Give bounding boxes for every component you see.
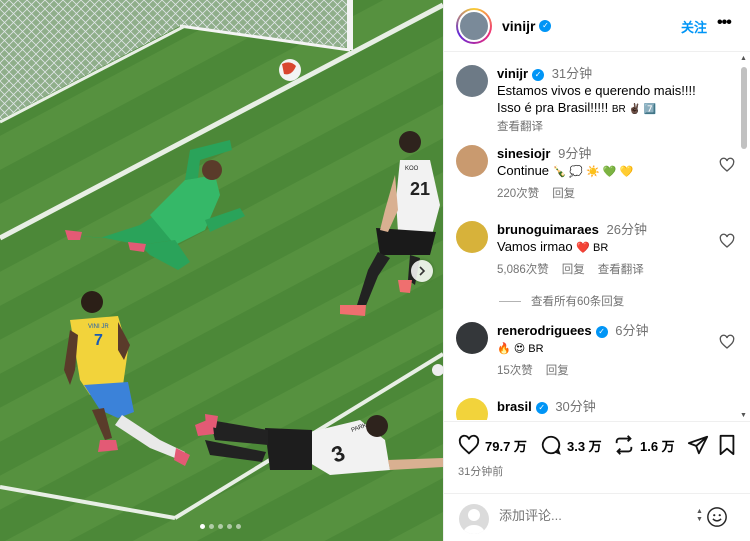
svg-text:KOO: KOO: [405, 166, 419, 172]
see-translation-link[interactable]: 查看翻译: [598, 264, 644, 276]
verified-badge-icon: ✓: [595, 325, 608, 338]
comments-scrollbar[interactable]: ▲ ▼: [739, 55, 749, 421]
comment-username[interactable]: brunoguimaraes: [497, 222, 599, 237]
comment-time: 6分钟: [615, 323, 649, 338]
scroll-down-icon[interactable]: ▼: [740, 412, 747, 419]
avatar[interactable]: [456, 65, 488, 97]
avatar[interactable]: [456, 398, 488, 420]
heart-icon[interactable]: [719, 334, 735, 350]
reply-button[interactable]: 回复: [562, 264, 585, 276]
comment-username[interactable]: renerodriguees: [497, 323, 592, 338]
instagram-post-window: 21 KOO 7 VINI JR 3 PARK vinijr ✓ 关注 ••• …: [0, 0, 750, 541]
emoji-icon[interactable]: [706, 506, 728, 528]
more-options-button[interactable]: •••: [717, 14, 732, 32]
comment-username[interactable]: brasil: [497, 399, 532, 414]
post-photo[interactable]: 21 KOO 7 VINI JR 3 PARK: [0, 0, 443, 541]
comment-emoji: ❤️ BR: [576, 242, 609, 254]
post-header: vinijr ✓ 关注 •••: [444, 0, 750, 52]
comment-time: 30分钟: [555, 399, 596, 414]
caption-text-line2: Isso é pra Brasil!!!!!: [497, 100, 609, 115]
verified-badge-icon: ✓: [532, 68, 545, 81]
football-match-photo: 21 KOO 7 VINI JR 3 PARK: [0, 0, 443, 541]
carousel-dot: [200, 524, 205, 529]
view-all-replies-label: 查看所有60条回复: [531, 296, 625, 308]
post-actions-bar: 79.7 万 3.3 万 1.6 万 31分钟前: [444, 421, 750, 481]
comment-composer: ▲▼: [444, 493, 750, 541]
like-button[interactable]: 79.7 万: [458, 434, 527, 456]
svg-text:7: 7: [94, 332, 103, 349]
heart-icon[interactable]: [719, 157, 735, 173]
comment-emoji: 🍾 💭 ☀️ 💚 💛: [552, 166, 634, 178]
comment-time: 26分钟: [606, 222, 647, 237]
see-translation-link[interactable]: 查看翻译: [497, 121, 543, 133]
save-button[interactable]: [717, 434, 737, 456]
comment-time: 9分钟: [558, 146, 592, 161]
like-count: 79.7 万: [485, 438, 527, 454]
like-count[interactable]: 220次赞: [497, 188, 539, 200]
scrollbar-thumb[interactable]: [741, 67, 747, 149]
posted-time: 31分钟前: [458, 466, 504, 478]
carousel-indicator: [200, 524, 241, 529]
next-photo-button[interactable]: [411, 260, 433, 282]
carousel-dot: [236, 524, 241, 529]
avatar[interactable]: [456, 145, 488, 177]
post-side-panel: vinijr ✓ 关注 ••• vinijr ✓ 31分钟 Estamos viv…: [443, 0, 750, 541]
comment-text: Vamos irmao: [497, 239, 573, 254]
verified-badge-icon: ✓: [535, 401, 548, 414]
caption-emoji: BR ✌🏿 7️⃣: [611, 104, 657, 115]
comment-count: 3.3 万: [567, 438, 602, 454]
share-button[interactable]: [687, 434, 709, 456]
view-all-replies-button[interactable]: 查看所有60条回复: [499, 293, 624, 309]
chevron-right-icon: [419, 266, 426, 276]
caption-username[interactable]: vinijr: [497, 66, 528, 81]
composer-spinner-icon[interactable]: ▲ ▼: [696, 508, 703, 524]
heart-icon[interactable]: [719, 233, 735, 249]
carousel-dot: [209, 524, 214, 529]
carousel-dot: [227, 524, 232, 529]
reply-button[interactable]: 回复: [546, 365, 569, 377]
verified-badge-icon: ✓: [539, 19, 552, 32]
follow-button[interactable]: 关注: [681, 17, 707, 36]
comment-emoji: 🔥 😍 BR: [497, 343, 544, 355]
caption-text: Estamos vivos e querendo mais!!!!: [497, 83, 696, 98]
caption-time: 31分钟: [551, 66, 593, 81]
avatar[interactable]: [456, 221, 488, 253]
svg-text:21: 21: [410, 179, 430, 199]
repost-button[interactable]: 1.6 万: [613, 434, 675, 456]
avatar[interactable]: [456, 322, 488, 354]
comment-input[interactable]: [499, 508, 669, 523]
author-username[interactable]: vinijr: [502, 18, 535, 34]
heart-icon: [458, 434, 480, 455]
default-user-icon: [463, 509, 485, 534]
comments-list: vinijr ✓ 31分钟 Estamos vivos e querendo ma…: [444, 53, 739, 420]
comment-text: Continue: [497, 163, 550, 178]
comment-bubble-icon: [541, 435, 561, 455]
like-count[interactable]: 5,086次赞: [497, 264, 549, 276]
bookmark-icon: [719, 434, 735, 456]
scroll-up-icon[interactable]: ▲: [740, 55, 747, 62]
author-avatar[interactable]: [456, 7, 492, 44]
repost-icon: [615, 435, 633, 455]
repost-count: 1.6 万: [640, 438, 675, 454]
send-icon: [687, 435, 709, 455]
like-count[interactable]: 15次赞: [497, 365, 533, 377]
reply-button[interactable]: 回复: [552, 188, 575, 200]
comment-username[interactable]: sinesiojr: [497, 146, 550, 161]
svg-text:VINI JR: VINI JR: [88, 324, 109, 330]
carousel-dot: [218, 524, 223, 529]
comment-button[interactable]: 3.3 万: [540, 434, 602, 456]
current-user-avatar: [459, 504, 489, 534]
